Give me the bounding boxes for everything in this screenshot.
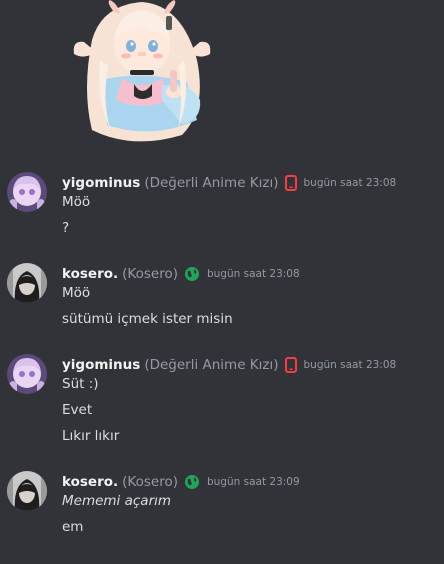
username[interactable]: kosero. bbox=[62, 474, 118, 490]
chat-message-list: yigominus (Değerli Anime Kızı) bugün saa… bbox=[0, 0, 444, 564]
message-text: sütümü içmek ister misin bbox=[62, 311, 233, 327]
sticker-image[interactable] bbox=[62, 0, 222, 148]
username[interactable]: yigominus bbox=[62, 175, 140, 191]
avatar[interactable] bbox=[7, 471, 47, 511]
message-text: Süt :) bbox=[62, 376, 99, 392]
username[interactable]: kosero. bbox=[62, 266, 118, 282]
timestamp[interactable]: bugün saat 23:09 bbox=[207, 476, 300, 488]
globe-icon bbox=[184, 474, 200, 490]
avatar[interactable] bbox=[7, 172, 47, 212]
nickname: (Kosero) bbox=[122, 474, 178, 490]
message-text: ? bbox=[62, 220, 70, 236]
globe-icon bbox=[184, 266, 200, 282]
mobile-phone-icon bbox=[284, 175, 297, 191]
mobile-phone-icon bbox=[284, 357, 297, 373]
nickname: (Kosero) bbox=[122, 266, 178, 282]
message-header: yigominus (Değerli Anime Kızı) bugün saa… bbox=[62, 354, 396, 376]
timestamp[interactable]: bugün saat 23:08 bbox=[304, 359, 397, 371]
message-text: Mememi açarım bbox=[62, 493, 172, 509]
nickname: (Değerli Anime Kızı) bbox=[144, 175, 279, 191]
message-text: Lıkır lıkır bbox=[62, 428, 120, 444]
message-text: Möö bbox=[62, 285, 91, 301]
message-text: Evet bbox=[62, 402, 93, 418]
timestamp[interactable]: bugün saat 23:08 bbox=[207, 268, 300, 280]
message-header: kosero. (Kosero) bugün saat 23:08 bbox=[62, 263, 300, 285]
message-header: yigominus (Değerli Anime Kızı) bugün saa… bbox=[62, 172, 396, 194]
message-header: kosero. (Kosero) bugün saat 23:09 bbox=[62, 471, 300, 493]
message-text: Möö bbox=[62, 194, 91, 210]
avatar[interactable] bbox=[7, 354, 47, 394]
username[interactable]: yigominus bbox=[62, 357, 140, 373]
timestamp[interactable]: bugün saat 23:08 bbox=[304, 177, 397, 189]
message-text: em bbox=[62, 519, 84, 535]
nickname: (Değerli Anime Kızı) bbox=[144, 357, 279, 373]
avatar[interactable] bbox=[7, 263, 47, 303]
